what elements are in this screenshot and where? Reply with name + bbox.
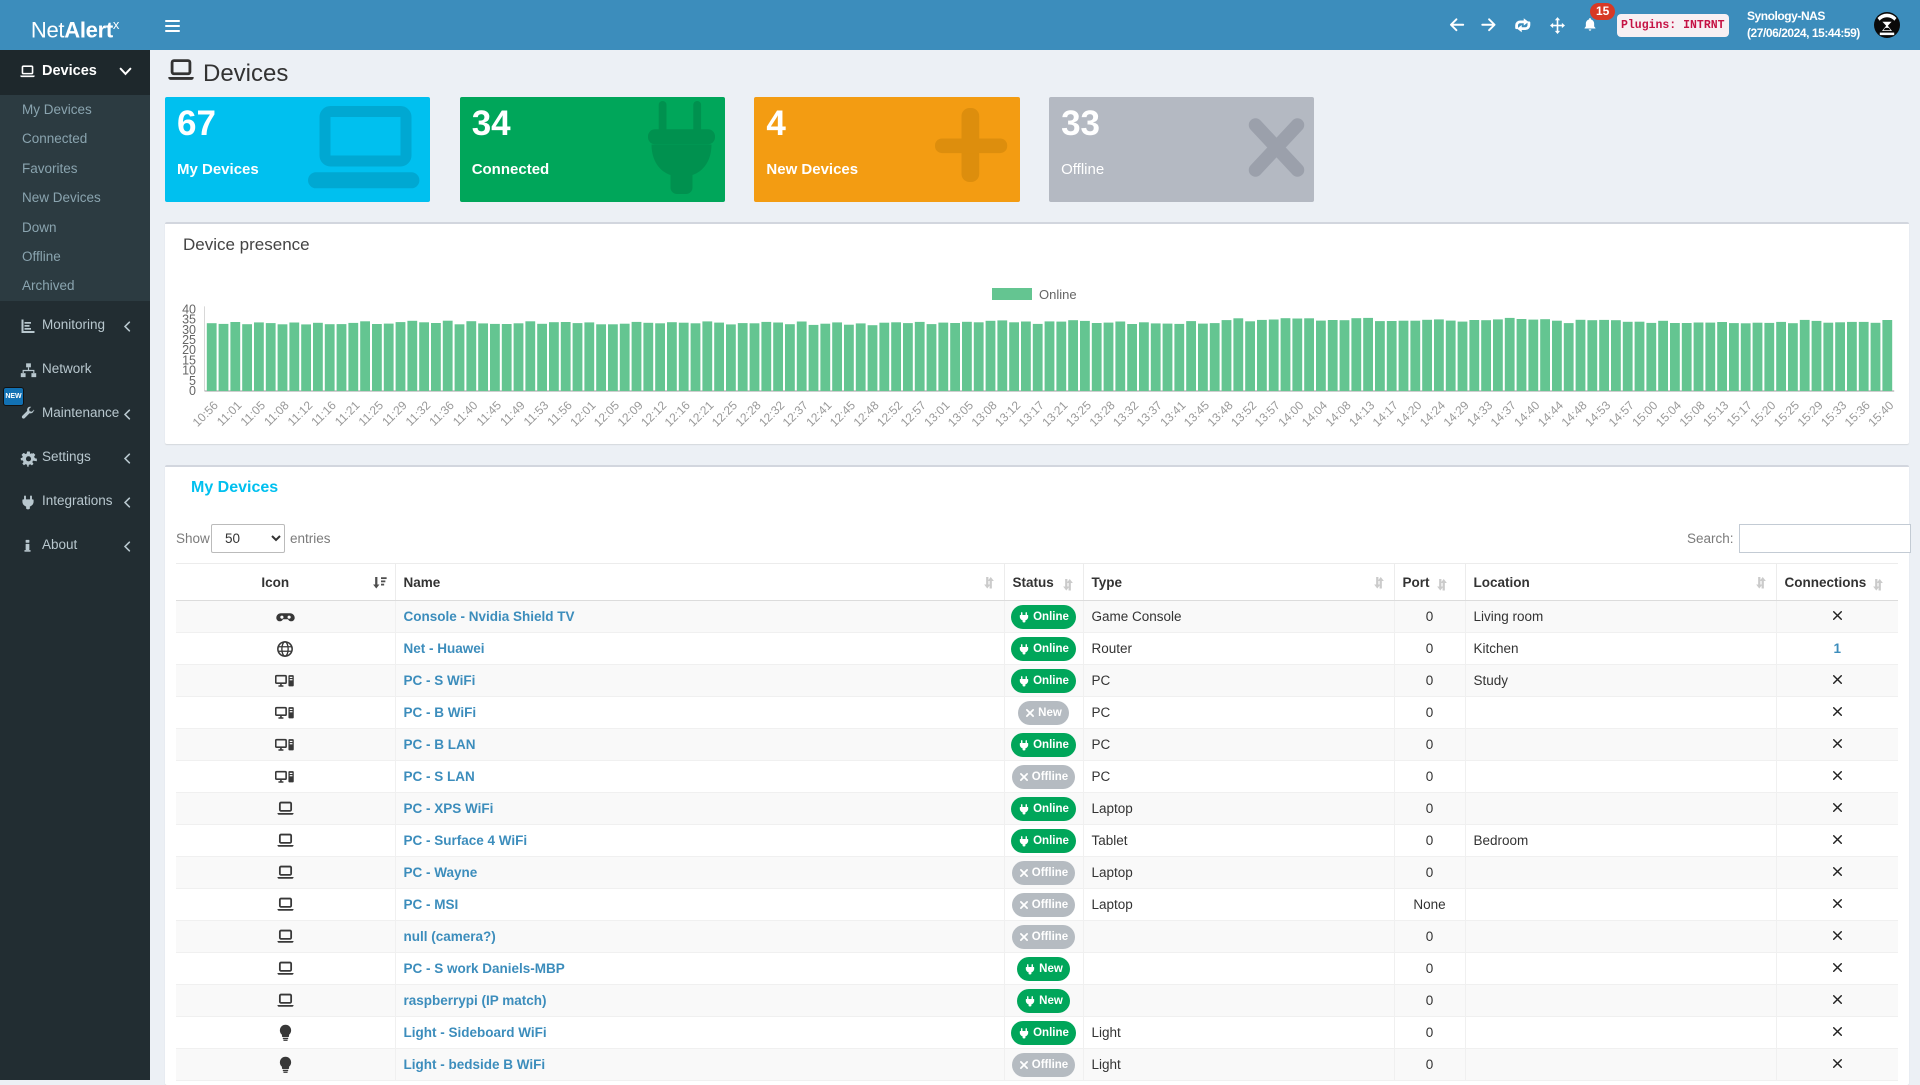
svg-text:14:00: 14:00 — [1275, 398, 1306, 429]
svg-text:12:57: 12:57 — [898, 398, 929, 429]
svg-text:11:36: 11:36 — [426, 398, 457, 429]
svg-text:12:09: 12:09 — [615, 398, 646, 429]
svg-text:13:57: 13:57 — [1252, 398, 1283, 429]
svg-text:11:56: 11:56 — [544, 398, 575, 429]
svg-text:15:17: 15:17 — [1724, 398, 1755, 429]
svg-text:11:16: 11:16 — [308, 398, 339, 429]
svg-text:15:33: 15:33 — [1818, 398, 1849, 429]
svg-text:12:21: 12:21 — [685, 398, 716, 429]
svg-text:11:12: 11:12 — [285, 398, 316, 429]
svg-text:12:28: 12:28 — [733, 398, 764, 429]
svg-text:11:32: 11:32 — [403, 398, 434, 429]
svg-text:11:25: 11:25 — [356, 398, 387, 429]
svg-text:14:20: 14:20 — [1393, 398, 1424, 429]
svg-text:15:08: 15:08 — [1677, 398, 1708, 429]
svg-text:14:37: 14:37 — [1488, 398, 1519, 429]
svg-text:Online: Online — [1039, 287, 1077, 302]
svg-text:11:05: 11:05 — [238, 398, 269, 429]
svg-text:11:29: 11:29 — [379, 398, 410, 429]
svg-text:11:01: 11:01 — [214, 398, 245, 429]
svg-text:14:33: 14:33 — [1464, 398, 1495, 429]
svg-text:12:41: 12:41 — [803, 398, 834, 429]
svg-text:13:45: 13:45 — [1181, 398, 1212, 429]
svg-text:12:45: 12:45 — [827, 398, 858, 429]
svg-text:14:53: 14:53 — [1582, 398, 1613, 429]
svg-text:12:16: 12:16 — [662, 398, 693, 429]
svg-text:13:17: 13:17 — [1016, 398, 1047, 429]
svg-text:13:48: 13:48 — [1205, 398, 1236, 429]
svg-text:13:12: 13:12 — [992, 398, 1023, 429]
svg-text:13:52: 13:52 — [1228, 398, 1259, 429]
svg-text:12:12: 12:12 — [638, 398, 669, 429]
svg-text:13:32: 13:32 — [1110, 398, 1141, 429]
svg-text:13:41: 13:41 — [1157, 398, 1188, 429]
svg-text:40: 40 — [182, 302, 196, 316]
svg-text:13:37: 13:37 — [1134, 398, 1165, 429]
svg-text:14:13: 14:13 — [1346, 398, 1377, 429]
svg-text:12:37: 12:37 — [780, 398, 811, 429]
svg-text:15:13: 15:13 — [1700, 398, 1731, 429]
svg-text:13:05: 13:05 — [945, 398, 976, 429]
svg-text:15:25: 15:25 — [1771, 398, 1802, 429]
svg-text:14:24: 14:24 — [1417, 398, 1448, 429]
svg-text:12:32: 12:32 — [756, 398, 787, 429]
svg-text:11:40: 11:40 — [450, 398, 481, 429]
svg-text:14:48: 14:48 — [1559, 398, 1590, 429]
svg-text:13:28: 13:28 — [1087, 398, 1118, 429]
svg-text:13:25: 13:25 — [1063, 398, 1094, 429]
svg-text:14:17: 14:17 — [1370, 398, 1401, 429]
svg-text:14:04: 14:04 — [1299, 398, 1330, 429]
svg-text:14:57: 14:57 — [1606, 398, 1637, 429]
svg-text:14:08: 14:08 — [1323, 398, 1354, 429]
svg-text:13:08: 13:08 — [969, 398, 1000, 429]
svg-text:11:08: 11:08 — [261, 398, 292, 429]
svg-text:15:36: 15:36 — [1842, 398, 1873, 429]
svg-text:10:56: 10:56 — [190, 398, 221, 429]
svg-text:12:25: 12:25 — [709, 398, 740, 429]
svg-text:15:40: 15:40 — [1865, 398, 1896, 429]
svg-text:11:49: 11:49 — [497, 398, 528, 429]
svg-text:12:05: 12:05 — [591, 398, 622, 429]
svg-text:15:20: 15:20 — [1747, 398, 1778, 429]
svg-text:12:52: 12:52 — [874, 398, 905, 429]
svg-text:12:01: 12:01 — [567, 398, 598, 429]
svg-text:11:53: 11:53 — [521, 398, 552, 429]
svg-text:11:45: 11:45 — [474, 398, 505, 429]
svg-text:13:21: 13:21 — [1039, 398, 1070, 429]
svg-text:14:29: 14:29 — [1441, 398, 1472, 429]
svg-text:15:29: 15:29 — [1795, 398, 1826, 429]
svg-text:13:01: 13:01 — [921, 398, 952, 429]
svg-text:15:04: 15:04 — [1653, 398, 1684, 429]
svg-text:12:48: 12:48 — [851, 398, 882, 429]
svg-text:14:40: 14:40 — [1511, 398, 1542, 429]
svg-text:14:44: 14:44 — [1535, 398, 1566, 429]
svg-text:15:00: 15:00 — [1629, 398, 1660, 429]
svg-text:11:21: 11:21 — [332, 398, 363, 429]
